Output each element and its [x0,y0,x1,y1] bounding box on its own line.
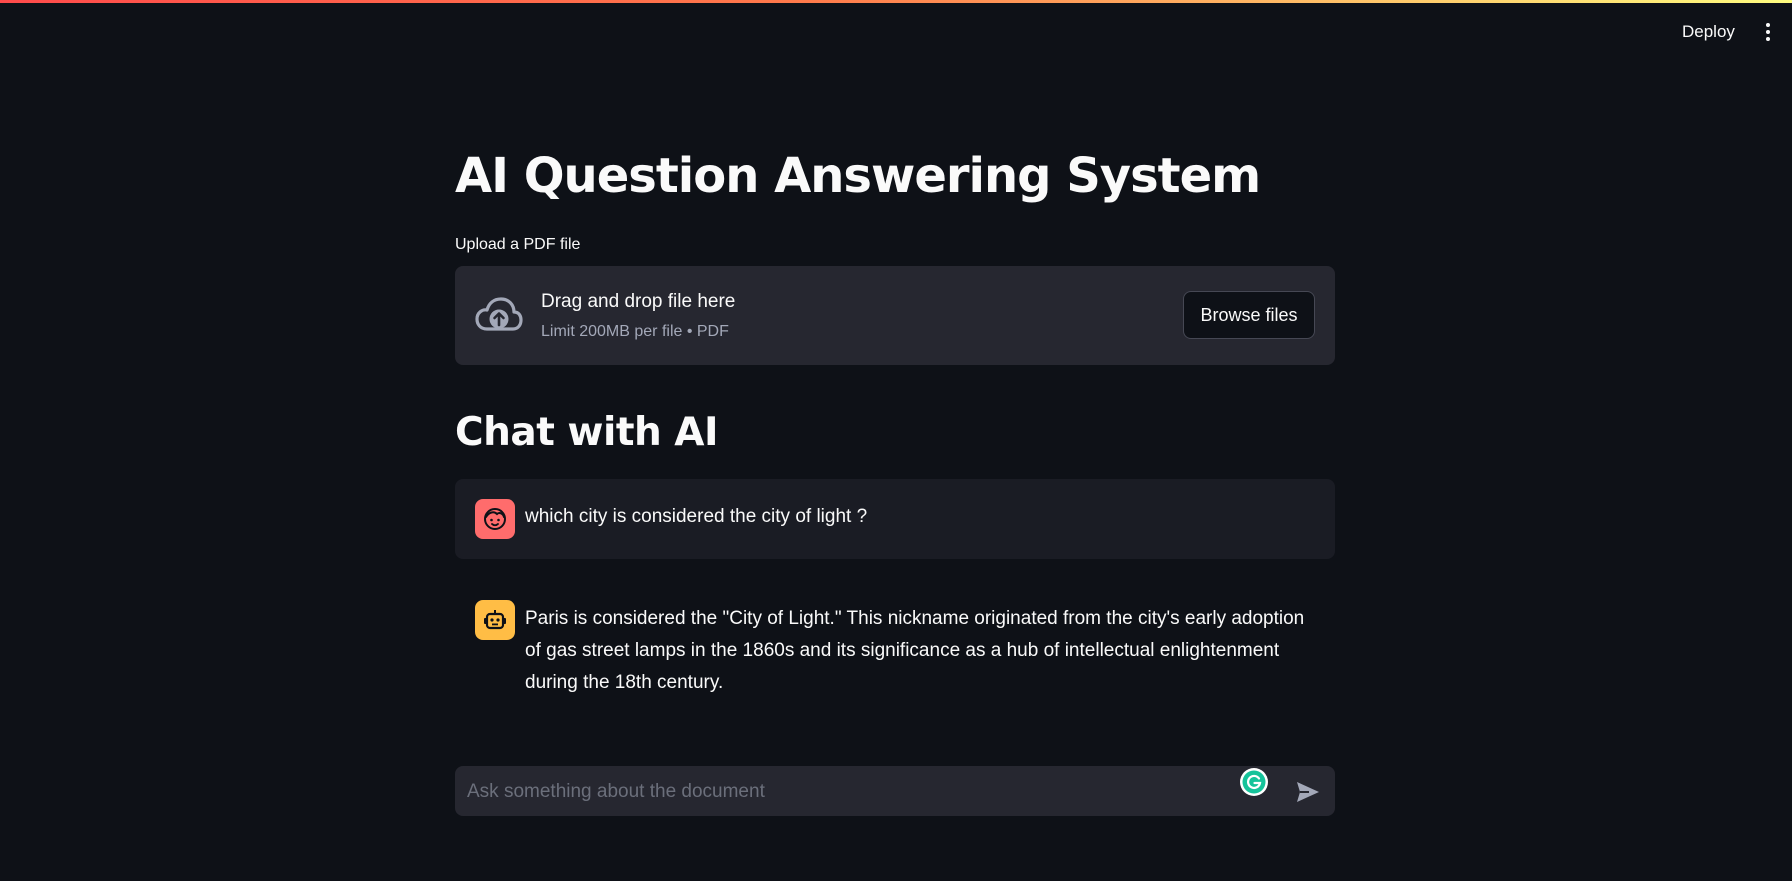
assistant-avatar [475,600,515,640]
user-avatar [475,499,515,539]
user-message-text: which city is considered the city of lig… [525,506,868,527]
menu-dot [1766,37,1770,41]
app-header: Deploy [0,3,1792,61]
uploader-label: Upload a PDF file [455,236,581,253]
send-icon[interactable] [1295,780,1321,804]
dropzone-instructions: Drag and drop file here [541,291,736,312]
chat-input-container [455,766,1335,818]
chat-message-assistant: Paris is considered the "City of Light."… [455,580,1335,710]
browse-files-button[interactable]: Browse files [1183,291,1315,339]
cloud-upload-icon [475,297,523,331]
chat-input[interactable] [465,766,1229,818]
user-face-icon [484,508,506,530]
file-dropzone[interactable]: Drag and drop file here Limit 200MB per … [455,266,1335,365]
grammarly-icon[interactable] [1239,767,1269,797]
menu-dot [1766,30,1770,34]
robot-icon [484,610,506,630]
chat-message-user: which city is considered the city of lig… [455,479,1335,559]
chat-heading: Chat with AI [455,410,719,455]
page-title: AI Question Answering System [455,148,1261,204]
menu-dot [1766,23,1770,27]
deploy-button[interactable]: Deploy [1670,17,1747,47]
more-vertical-icon[interactable] [1758,17,1778,47]
dropzone-limit-text: Limit 200MB per file • PDF [541,323,729,340]
assistant-message-text: Paris is considered the "City of Light."… [525,608,1305,693]
